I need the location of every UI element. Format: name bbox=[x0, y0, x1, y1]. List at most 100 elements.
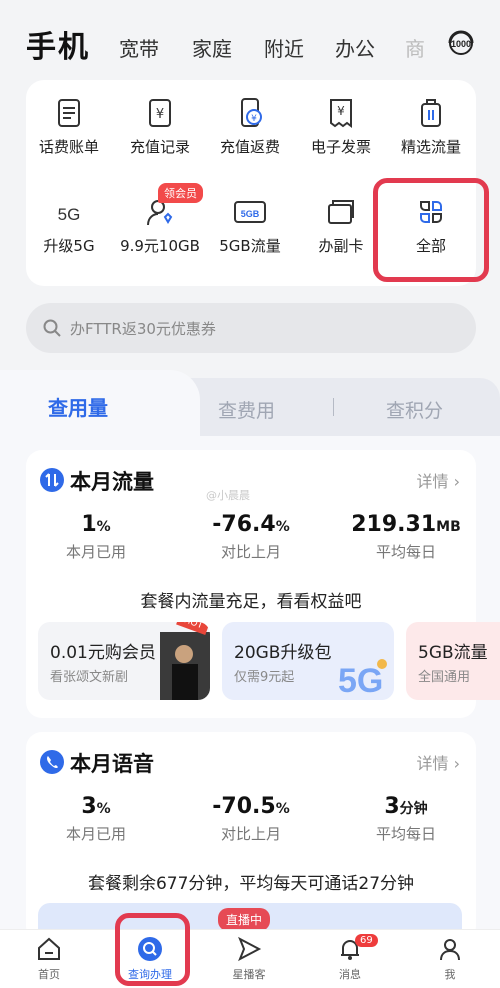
svg-text:1000: 1000 bbox=[451, 39, 471, 49]
voice-card-detail-link[interactable]: 详情 › bbox=[417, 750, 461, 774]
customer-service-icon[interactable]: 1000 bbox=[446, 28, 476, 58]
voice-summary: 套餐剩余677分钟，平均每天可通话27分钟 bbox=[87, 874, 415, 894]
message-count-badge: 69 bbox=[355, 934, 378, 947]
tab-check-usage[interactable]: 查用量 bbox=[48, 392, 108, 421]
promo-title: 0.01元购会员 bbox=[50, 643, 156, 663]
bill-icon bbox=[58, 99, 80, 127]
quick-recharge-record-label: 充值记录 bbox=[129, 138, 190, 156]
quick-5gb-data[interactable]: 5GB 5GB流量 bbox=[205, 195, 295, 256]
send-icon bbox=[238, 936, 262, 962]
segment-tabs: 查用量 查费用 查积分 bbox=[0, 370, 500, 436]
tab-starcast[interactable]: 星播客 bbox=[214, 936, 284, 982]
segment-inactive-bg bbox=[160, 378, 500, 436]
vip-badge: 领会员 bbox=[158, 183, 203, 203]
stat-value: 219.31 bbox=[351, 512, 437, 537]
tab-home[interactable]: 家庭 bbox=[192, 33, 232, 62]
data-detail-label: 详情 bbox=[416, 472, 449, 491]
watermark: @小晨晨 bbox=[206, 489, 250, 502]
tab-business[interactable]: 商 bbox=[405, 33, 425, 62]
search-bar[interactable]: 办FTTR返30元优惠券 bbox=[26, 303, 476, 353]
stat-unit: MB bbox=[436, 519, 461, 535]
stat-value: 3 bbox=[384, 794, 400, 819]
tab-me[interactable]: 我 bbox=[415, 936, 485, 982]
tab-office[interactable]: 办公 bbox=[335, 33, 375, 62]
quick-bill-label: 话费账单 bbox=[38, 138, 99, 156]
highlight-query-annotation bbox=[115, 913, 190, 986]
quick-recharge-rebate[interactable]: ¥ 充值返费 bbox=[205, 96, 295, 157]
tab-home-label: 首页 bbox=[38, 968, 60, 981]
stat-label: 本月已用 bbox=[65, 825, 126, 843]
highlight-all-annotation bbox=[373, 178, 489, 282]
stat-unit: % bbox=[275, 519, 290, 535]
search-icon bbox=[43, 319, 61, 337]
stat-voice-used: 3% 本月已用 bbox=[26, 794, 166, 844]
quick-9-9-10gb-label: 9.9元10GB bbox=[120, 237, 200, 255]
promo-title: 5GB流量 bbox=[418, 643, 488, 663]
5g-icon: 5G bbox=[58, 205, 81, 224]
tab-broadband[interactable]: 宽带 bbox=[119, 33, 159, 62]
svg-text:¥: ¥ bbox=[337, 104, 345, 118]
quick-recharge-record[interactable]: ¥ 充值记录 bbox=[115, 96, 205, 157]
stat-value: 1 bbox=[81, 512, 97, 537]
tab-starcast-label: 星播客 bbox=[232, 968, 266, 981]
quick-data-plans[interactable]: 精选流量 bbox=[386, 96, 476, 157]
data-transfer-icon bbox=[40, 468, 64, 492]
voice-card-title: 本月语音 bbox=[70, 752, 154, 776]
stat-unit: % bbox=[275, 801, 290, 817]
promo-title: 20GB升级包 bbox=[234, 643, 332, 663]
user-icon bbox=[440, 939, 460, 961]
quick-upgrade-5g-label: 升级5G bbox=[43, 237, 95, 255]
stat-data-used: 1% 本月已用 bbox=[26, 512, 166, 562]
quick-e-invoice[interactable]: ¥ 电子发票 bbox=[296, 96, 386, 157]
promo-5gb[interactable]: 5GB流量 全国通用 bbox=[406, 622, 500, 700]
top-nav: 手机 宽带 家庭 附近 办公 商 1000 bbox=[0, 0, 500, 80]
data-summary: 套餐内流量充足，看看权益吧 bbox=[140, 592, 362, 612]
stat-label: 对比上月 bbox=[220, 825, 281, 843]
home-icon bbox=[38, 937, 60, 960]
live-badge: 直播中 bbox=[218, 908, 271, 931]
phone-rebate-icon: ¥ bbox=[241, 98, 262, 127]
data-card-title: 本月流量 bbox=[70, 470, 154, 494]
stat-label: 本月已用 bbox=[65, 543, 126, 561]
stat-label: 平均每日 bbox=[375, 543, 436, 561]
tab-check-points[interactable]: 查积分 bbox=[386, 396, 443, 423]
svg-text:5GB: 5GB bbox=[241, 209, 260, 219]
promo-member[interactable]: 0.01元购会员 看张颂文新剧 HOT bbox=[38, 622, 210, 700]
stat-voice-daily: 3分钟 平均每日 bbox=[331, 794, 481, 844]
quick-5gb-data-label: 5GB流量 bbox=[219, 237, 281, 255]
stat-unit: % bbox=[96, 519, 111, 535]
data-card-detail-link[interactable]: 详情 › bbox=[417, 468, 461, 492]
tab-check-fees[interactable]: 查费用 bbox=[218, 396, 275, 423]
tab-mobile[interactable]: 手机 bbox=[26, 22, 90, 66]
secondary-card-icon bbox=[328, 200, 354, 224]
stat-data-daily: 219.31MB 平均每日 bbox=[331, 512, 481, 562]
stat-unit: % bbox=[96, 801, 111, 817]
stat-voice-compare: -70.5% 对比上月 bbox=[181, 794, 321, 844]
search-placeholder: 办FTTR返30元优惠券 bbox=[70, 320, 216, 338]
tab-home-nav[interactable]: 首页 bbox=[14, 936, 84, 982]
stat-data-compare: -76.4% 对比上月 bbox=[181, 512, 321, 562]
tab-me-label: 我 bbox=[444, 968, 456, 981]
stat-value: -70.5 bbox=[212, 794, 276, 819]
svg-text:5G: 5G bbox=[338, 662, 383, 698]
5g-logo-image: 5G bbox=[338, 659, 387, 698]
voice-detail-label: 详情 bbox=[416, 754, 449, 773]
svg-text:¥: ¥ bbox=[251, 114, 257, 124]
stat-unit: 分钟 bbox=[399, 801, 428, 817]
quick-upgrade-5g[interactable]: 5G 升级5G bbox=[24, 195, 114, 256]
stat-label: 平均每日 bbox=[375, 825, 436, 843]
stat-label: 对比上月 bbox=[220, 543, 281, 561]
drama-poster-image bbox=[160, 632, 210, 700]
phone-call-icon bbox=[40, 750, 64, 774]
quick-bill[interactable]: 话费账单 bbox=[24, 96, 114, 157]
quick-9-9-10gb[interactable]: 9.9元10GB bbox=[115, 195, 205, 256]
bottom-tab-bar: 首页 查询办理 星播客 消息 我 bbox=[0, 929, 500, 988]
tab-nearby[interactable]: 附近 bbox=[264, 33, 304, 62]
promo-subtitle: 全国通用 bbox=[418, 670, 471, 685]
quick-e-invoice-label: 电子发票 bbox=[310, 138, 371, 156]
segment-divider bbox=[333, 398, 334, 416]
stat-value: -76.4 bbox=[212, 512, 276, 537]
promo-subtitle: 仅需9元起 bbox=[234, 670, 295, 685]
promo-20gb[interactable]: 20GB升级包 仅需9元起 5G bbox=[222, 622, 394, 700]
quick-data-plans-label: 精选流量 bbox=[400, 138, 461, 156]
